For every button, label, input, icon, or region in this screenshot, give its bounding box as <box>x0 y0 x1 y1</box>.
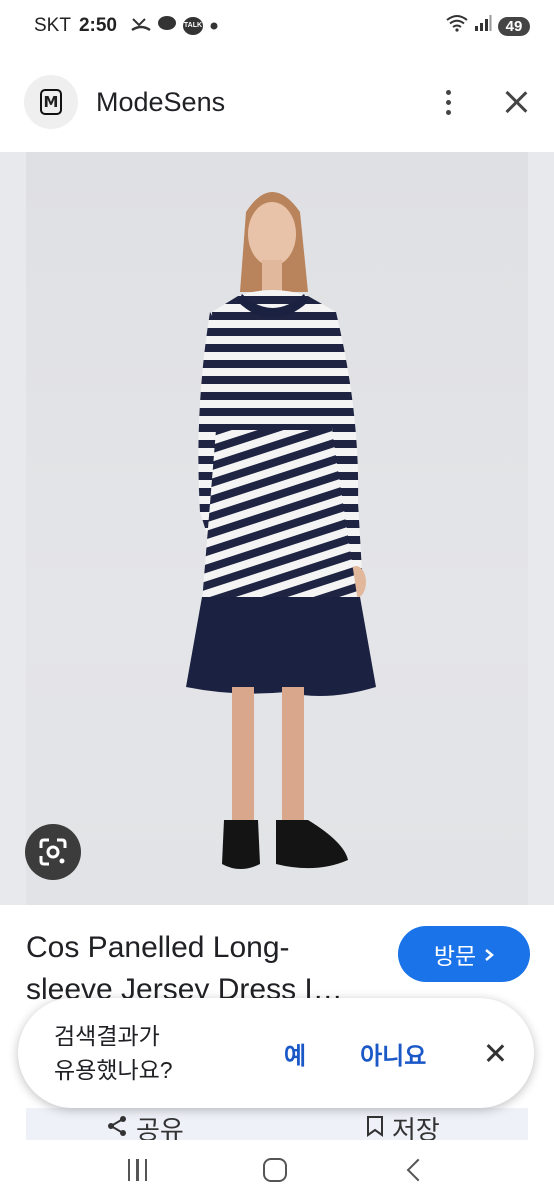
close-icon[interactable] <box>502 88 530 116</box>
product-image-area <box>0 152 554 905</box>
header-actions <box>438 88 530 116</box>
save-label: 저장 <box>392 1115 440 1140</box>
signal-icon <box>474 14 492 38</box>
save-button[interactable]: 저장 <box>366 1110 440 1140</box>
recent-apps-icon[interactable] <box>127 1159 148 1181</box>
wifi-icon <box>446 14 468 38</box>
home-icon[interactable] <box>262 1158 287 1182</box>
dot-icon <box>209 16 219 36</box>
more-options-icon[interactable] <box>438 89 458 115</box>
feedback-yes-button[interactable]: 예 <box>284 1036 306 1071</box>
status-left: SKT 2:50 TALK <box>34 15 219 38</box>
kakao-talk-icon: TALK <box>182 17 203 35</box>
visit-button[interactable]: 방문 <box>398 926 530 982</box>
system-nav-bar <box>0 1140 554 1200</box>
missed-call-icon <box>131 15 151 38</box>
app-header: M ModeSens <box>0 52 554 152</box>
site-logo: M <box>24 75 78 129</box>
bookmark-icon <box>366 1113 384 1140</box>
visit-label: 방문 <box>433 943 477 969</box>
feedback-close-icon[interactable] <box>484 1042 506 1064</box>
carrier-label: SKT <box>34 15 71 36</box>
back-icon[interactable] <box>406 1158 430 1182</box>
share-label: 공유 <box>136 1115 184 1140</box>
action-row: 공유 저장 <box>26 1108 528 1140</box>
share-icon <box>106 1113 128 1140</box>
share-button[interactable]: 공유 <box>106 1110 184 1140</box>
chevron-right-icon <box>484 941 495 968</box>
logo-letter: M <box>40 89 62 115</box>
site-name: ModeSens <box>96 86 226 117</box>
product-photo[interactable] <box>26 152 528 905</box>
google-lens-icon[interactable] <box>25 824 81 880</box>
feedback-no-button[interactable]: 아니요 <box>360 1036 426 1071</box>
feedback-question: 검색결과가 유용했나요? <box>54 1023 173 1083</box>
notification-icons: TALK <box>131 15 219 38</box>
chat-bubble-icon <box>157 15 177 38</box>
clock: 2:50 <box>78 15 117 36</box>
status-right: 49 <box>446 14 530 38</box>
status-bar: SKT 2:50 TALK 49 <box>0 0 554 52</box>
feedback-prompt: 검색결과가 유용했나요? 예 아니요 <box>18 998 534 1108</box>
battery-indicator: 49 <box>498 16 530 36</box>
